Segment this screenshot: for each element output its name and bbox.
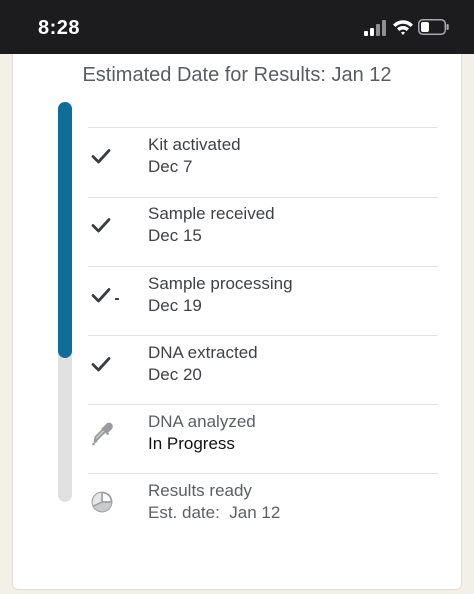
wifi-icon [393,20,413,35]
divider [88,127,438,128]
divider [88,335,438,336]
checkmark-icon [91,357,111,372]
step-title: DNA extracted [148,343,258,362]
divider [88,266,438,267]
progress-fill [58,102,72,358]
step-title: Sample processing [148,274,293,293]
step-title: Kit activated [148,135,241,154]
step-date: Dec 20 [148,365,202,384]
divider [88,197,438,198]
estimated-results-date: Estimated Date for Results: Jan 12 [82,64,392,86]
step-title: DNA analyzed [148,412,256,431]
status-bar: 8:28 [0,0,474,54]
battery-icon [418,19,449,35]
progress-track [58,102,72,502]
step-date: Dec 15 [148,226,202,245]
pipette-icon [92,422,113,446]
dash-mark [115,298,119,300]
checkmark-icon [91,149,111,164]
pie-chart-icon [91,491,113,513]
divider [88,473,438,474]
checkmark-icon [91,288,111,303]
cellular-signal-icon [364,18,388,36]
step-title: Results ready [148,481,252,500]
step-date: Dec 7 [148,157,193,176]
status-time: 8:28 [38,17,81,39]
status-icons [364,18,454,38]
step-estimated-date: Est. date: Jan 12 [148,503,281,522]
step-status: In Progress [148,434,235,453]
step-title: Sample received [148,204,275,223]
step-date: Dec 19 [148,296,202,315]
checkmark-icon [91,218,111,233]
divider [88,404,438,405]
